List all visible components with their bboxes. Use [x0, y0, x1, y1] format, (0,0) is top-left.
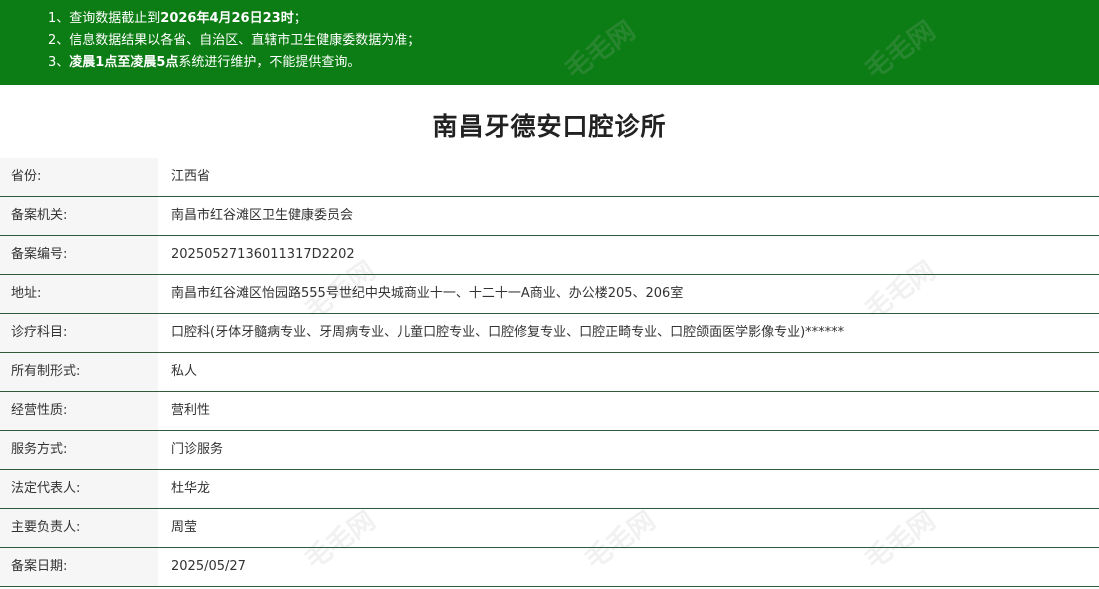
- row-label: 经营性质:: [0, 392, 158, 430]
- row-value: 营利性: [171, 403, 211, 418]
- row-value: 周莹: [171, 520, 198, 535]
- notice-line-1: 1、查询数据截止到2026年4月26日23时；: [48, 8, 1099, 30]
- info-row-address: 地址: 南昌市红谷滩区怡园路555号世纪中央城商业十一、十二十一A商业、办公楼2…: [0, 275, 1099, 314]
- page: 1、查询数据截止到2026年4月26日23时； 2、信息数据结果以各省、自治区、…: [0, 0, 1099, 589]
- page-title: 南昌牙德安口腔诊所: [432, 112, 667, 141]
- row-value: 门诊服务: [171, 442, 224, 457]
- notice-line-1-suffix: ；: [293, 11, 307, 26]
- row-value: 南昌市红谷滩区怡园路555号世纪中央城商业十一、十二十一A商业、办公楼205、2…: [171, 286, 684, 301]
- notice-line-1-date: 2026年4月26日23时: [160, 11, 294, 26]
- notice-line-3-time: 凌晨1点至凌晨5点: [69, 55, 179, 70]
- row-value: 私人: [171, 364, 198, 379]
- row-label: 备案编号:: [0, 236, 158, 274]
- row-label: 法定代表人:: [0, 470, 158, 508]
- info-row-record-number: 备案编号: 20250527136011317D2202: [0, 236, 1099, 275]
- row-label: 省份:: [0, 158, 158, 196]
- row-label: 地址:: [0, 275, 158, 313]
- row-label: 备案机关:: [0, 197, 158, 235]
- info-row-departments: 诊疗科目: 口腔科(牙体牙髓病专业、牙周病专业、儿童口腔专业、口腔修复专业、口腔…: [0, 314, 1099, 353]
- row-label: 备案日期:: [0, 548, 158, 586]
- notice-banner: 1、查询数据截止到2026年4月26日23时； 2、信息数据结果以各省、自治区、…: [0, 0, 1099, 85]
- row-label: 诊疗科目:: [0, 314, 158, 352]
- info-row-authority: 备案机关: 南昌市红谷滩区卫生健康委员会: [0, 197, 1099, 236]
- info-row-business-nature: 经营性质: 营利性: [0, 392, 1099, 431]
- row-value: 杜华龙: [171, 481, 211, 496]
- row-label: 所有制形式:: [0, 353, 158, 391]
- notice-line-3: 3、凌晨1点至凌晨5点系统进行维护，不能提供查询。: [48, 52, 1099, 74]
- info-row-ownership: 所有制形式: 私人: [0, 353, 1099, 392]
- notice-line-3-prefix: 3、: [48, 55, 70, 70]
- row-label: 服务方式:: [0, 431, 158, 469]
- info-row-service-mode: 服务方式: 门诊服务: [0, 431, 1099, 470]
- row-value: 20250527136011317D2202: [171, 247, 355, 262]
- info-row-legal-representative: 法定代表人: 杜华龙: [0, 470, 1099, 509]
- row-value: 南昌市红谷滩区卫生健康委员会: [171, 208, 354, 223]
- info-row-province: 省份: 江西省: [0, 158, 1099, 197]
- row-label: 主要负责人:: [0, 509, 158, 547]
- row-value: 2025/05/27: [171, 559, 246, 574]
- notice-line-2: 2、信息数据结果以各省、自治区、直辖市卫生健康委数据为准；: [48, 33, 421, 48]
- row-value: 江西省: [171, 169, 211, 184]
- notice-line-3-suffix: 系统进行维护，不能提供查询。: [178, 55, 361, 70]
- row-value: 口腔科(牙体牙髓病专业、牙周病专业、儿童口腔专业、口腔修复专业、口腔正畸专业、口…: [171, 325, 845, 340]
- info-row-record-date: 备案日期: 2025/05/27: [0, 548, 1099, 587]
- info-row-principal: 主要负责人: 周莹: [0, 509, 1099, 548]
- notice-line-1-prefix: 1、查询数据截止到: [48, 11, 161, 26]
